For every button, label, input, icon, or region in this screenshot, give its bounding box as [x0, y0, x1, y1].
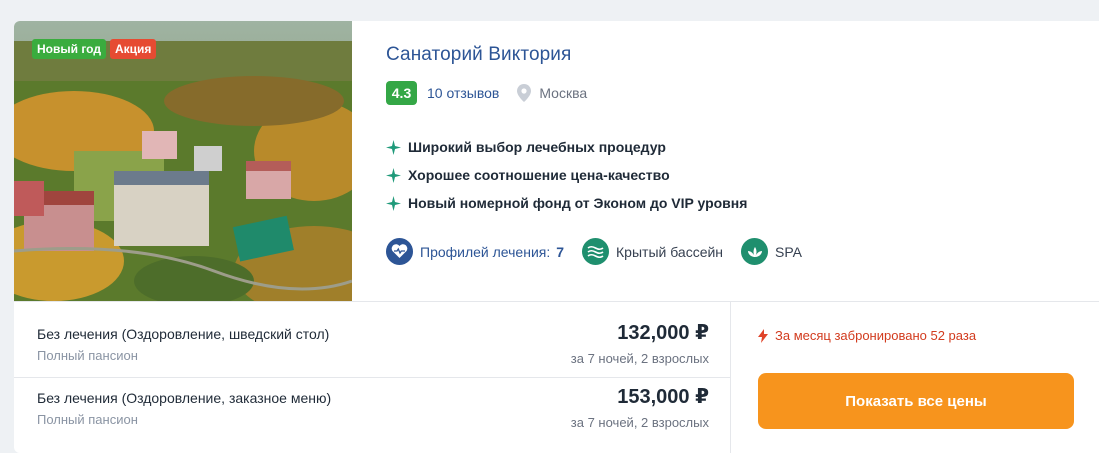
heart-pulse-icon: [386, 238, 413, 265]
hotel-title-link[interactable]: Санаторий Виктория: [386, 44, 571, 66]
promo-badge: Акция: [109, 39, 157, 59]
feature-text: Широкий выбор лечебных процедур: [408, 139, 666, 155]
hotel-photo[interactable]: Новый год Акция: [14, 21, 352, 301]
treatment-profiles[interactable]: Профилей лечения: 7: [386, 238, 564, 265]
sparkle-icon: [386, 167, 401, 183]
divider: [730, 301, 731, 453]
profiles-count: 7: [556, 243, 565, 260]
divider: [14, 301, 1099, 302]
offer-duration: за 7 ночей, 2 взрослых: [570, 415, 709, 430]
offer-row[interactable]: Без лечения (Оздоровление, заказное меню…: [37, 386, 709, 450]
feature-item: Широкий выбор лечебных процедур: [386, 133, 747, 161]
waves-icon: [582, 238, 610, 265]
offer-name: Без лечения (Оздоровление, шведский стол…: [37, 326, 330, 342]
sparkle-icon: [386, 195, 401, 211]
feature-list: Широкий выбор лечебных процедур Хорошее …: [386, 133, 747, 217]
spa-label: SPA: [775, 243, 803, 260]
show-all-prices-button[interactable]: Показать все цены: [758, 373, 1074, 429]
offer-duration: за 7 ночей, 2 взрослых: [570, 351, 709, 366]
new-year-badge: Новый год: [32, 39, 106, 59]
hotel-meta: 4.3 10 отзывов Москва: [386, 81, 587, 105]
feature-text: Хорошее соотношение цена-качество: [408, 167, 670, 183]
offer-row[interactable]: Без лечения (Оздоровление, шведский стол…: [37, 322, 709, 386]
hotel-info: Санаторий Виктория 4.3 10 отзывов Москва…: [386, 21, 1099, 301]
offer-price: 153,000 ₽: [617, 386, 709, 408]
feature-item: Новый номерной фонд от Эконом до VIP уро…: [386, 189, 747, 217]
booking-notice-text: За месяц забронировано 52 раза: [775, 328, 977, 343]
sparkle-icon: [386, 139, 401, 155]
amenity-spa: SPA: [741, 238, 802, 265]
booking-notice: За месяц забронировано 52 раза: [758, 328, 976, 343]
reviews-link[interactable]: 10 отзывов: [427, 85, 499, 101]
offer-name: Без лечения (Оздоровление, заказное меню…: [37, 390, 332, 406]
offer-board: Полный пансион: [37, 348, 138, 363]
profiles-label: Профилей лечения:: [420, 243, 551, 260]
resort-aerial-image: [14, 21, 352, 301]
lotus-icon: [741, 238, 769, 265]
feature-text: Новый номерной фонд от Эконом до VIP уро…: [408, 195, 748, 211]
offer-price: 132,000 ₽: [617, 322, 709, 344]
rating-badge: 4.3: [386, 81, 417, 105]
pool-label: Крытый бассейн: [616, 243, 724, 260]
offer-board: Полный пансион: [37, 412, 138, 427]
hotel-card: Новый год Акция Санаторий Виктория 4.3 1…: [14, 21, 1099, 453]
city-label: Москва: [539, 85, 588, 101]
feature-item: Хорошее соотношение цена-качество: [386, 161, 747, 189]
lightning-icon: [758, 328, 768, 343]
location-pin-icon: [517, 84, 532, 102]
amenities-row: Профилей лечения: 7 Крытый бассейн SPA: [386, 238, 820, 265]
amenity-pool: Крытый бассейн: [582, 238, 723, 265]
